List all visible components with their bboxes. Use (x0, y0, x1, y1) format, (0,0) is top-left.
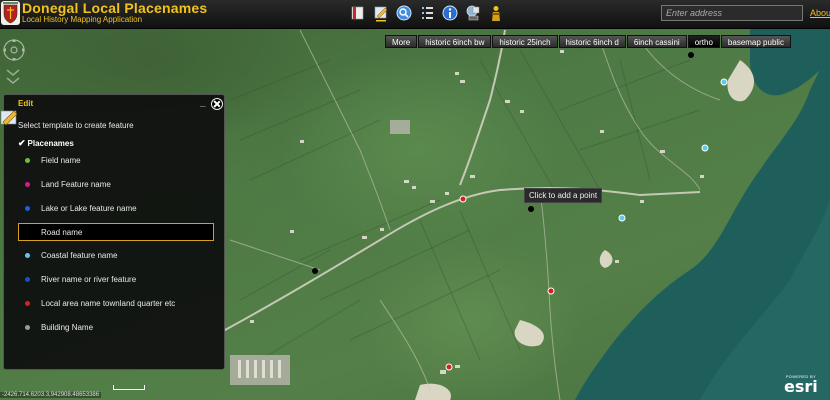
template-item[interactable]: Local area name townland quarter etc (18, 295, 214, 313)
template-label: Road name (41, 228, 83, 238)
template-label: Field name (41, 156, 81, 165)
map-point-marker[interactable] (312, 268, 318, 274)
map-point-marker[interactable] (528, 206, 534, 212)
template-symbol-icon (25, 205, 30, 211)
template-label: Coastal feature name (41, 251, 118, 261)
zoom-chevron-icon[interactable] (4, 66, 22, 88)
pencil-icon (0, 110, 18, 126)
template-symbol-icon (25, 324, 30, 330)
list-icon[interactable] (419, 4, 435, 22)
bookmark-icon[interactable] (350, 4, 366, 22)
template-label: Lake or Lake feature name (41, 203, 137, 213)
esri-logo: POWERED BY esri (784, 374, 818, 396)
template-item[interactable]: Coastal feature name (18, 247, 214, 265)
template-item[interactable]: Building Name (18, 319, 214, 337)
template-label: River name or river feature (41, 274, 137, 284)
template-item[interactable]: Field name (18, 152, 214, 170)
info-icon[interactable] (442, 4, 458, 22)
edit-panel-title: Edit (18, 99, 34, 108)
map-point-marker[interactable] (720, 78, 728, 86)
template-item[interactable]: Land Feature name (18, 176, 214, 194)
app-subtitle: Local History Mapping Application (22, 15, 143, 24)
template-label: Local area name townland quarter etc (41, 298, 176, 308)
close-button[interactable] (211, 98, 223, 110)
template-list: Field name Land Feature name Lake or Lake … (18, 152, 214, 342)
print-icon[interactable] (465, 4, 481, 22)
pan-control[interactable] (2, 38, 26, 62)
edit-instruction: Select template to create feature (18, 121, 134, 130)
address-search-input[interactable] (661, 5, 803, 21)
map-tooltip: Click to add a point (524, 188, 603, 203)
map-point-marker[interactable] (459, 195, 467, 203)
basemap-button[interactable]: basemap public (720, 35, 791, 48)
basemap-button[interactable]: 6inch cassini (626, 35, 687, 48)
map-point-marker[interactable] (701, 144, 709, 152)
basemap-button[interactable]: historic 6inch d (558, 35, 626, 48)
scale-bar (113, 385, 145, 390)
template-symbol-icon (25, 158, 30, 163)
template-item[interactable]: River name or river feature (18, 271, 214, 289)
map-point-marker[interactable] (445, 363, 453, 371)
app-title: Donegal Local Placenames (22, 0, 208, 16)
county-crest-logo (1, 1, 20, 25)
search-icon[interactable] (396, 4, 412, 22)
basemap-button[interactable]: historic 25inch (492, 35, 558, 48)
esri-wordmark: esri (784, 377, 818, 396)
edit-panel: Edit _ Select template to create feature… (0, 94, 225, 370)
template-item[interactable]: Lake or Lake feature name (18, 200, 214, 218)
template-item[interactable]: Road name (18, 223, 214, 242)
template-symbol-icon (25, 300, 30, 306)
coordinate-readout: -2426.714.6203.3,942908.48653386 (0, 392, 102, 398)
template-label: Building Name (41, 322, 94, 332)
person-icon[interactable] (488, 4, 504, 22)
template-symbol-icon (25, 181, 30, 187)
about-link[interactable]: Abou (810, 8, 830, 18)
template-group-label: Placenames (27, 139, 74, 148)
app-header: Donegal Local Placenames Local History M… (0, 0, 830, 29)
template-label: Land Feature name (41, 179, 111, 189)
edit-icon[interactable] (373, 4, 389, 22)
map-point-marker[interactable] (688, 52, 694, 58)
template-group-header[interactable]: ✔ Placenames (18, 138, 74, 149)
basemap-button[interactable]: ortho (687, 35, 720, 48)
minimize-button[interactable]: _ (200, 97, 206, 108)
template-symbol-icon (25, 276, 30, 282)
basemap-button[interactable]: historic 6inch bw (418, 35, 492, 48)
basemap-switcher: More historic 6inch bw historic 25inch hist… (385, 35, 791, 48)
basemap-button[interactable]: More (385, 35, 418, 48)
checkmark-icon: ✔ (18, 138, 26, 148)
map-point-marker[interactable] (547, 287, 555, 295)
map-point-marker[interactable] (618, 214, 626, 222)
template-symbol-icon (25, 253, 30, 259)
